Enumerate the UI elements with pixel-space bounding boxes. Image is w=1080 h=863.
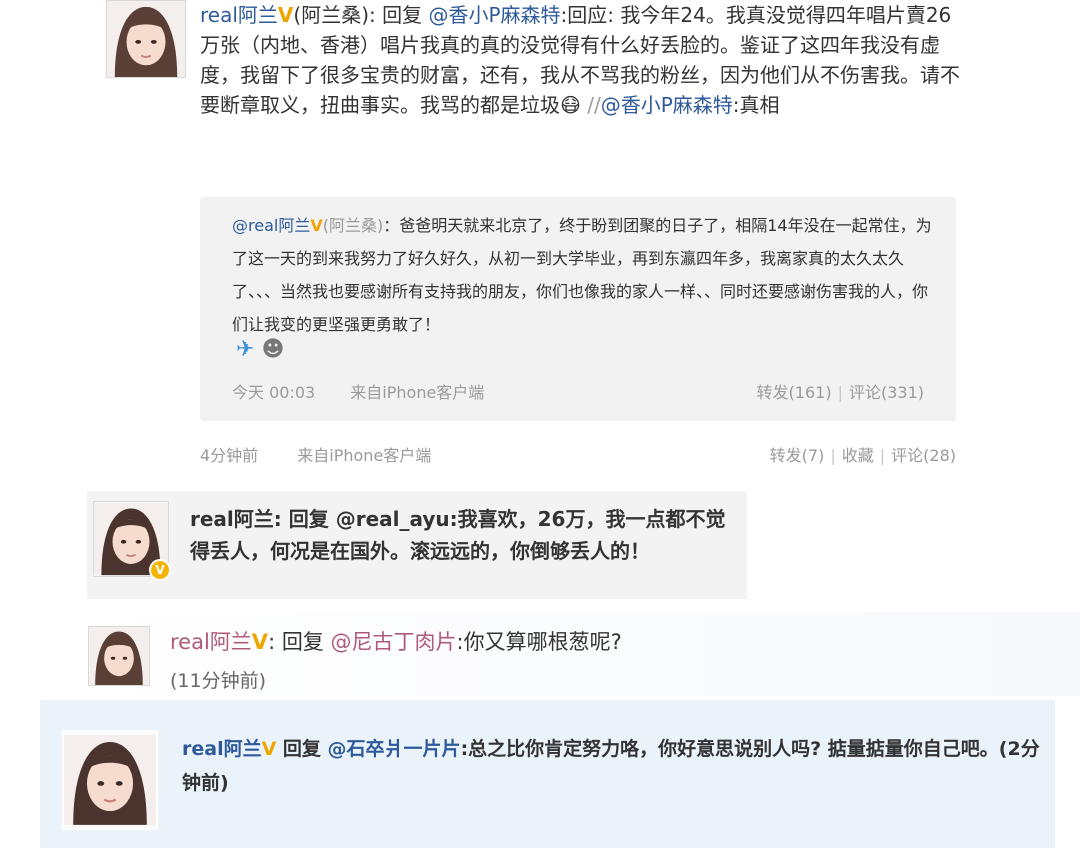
quoted-alias: (阿兰桑)	[322, 216, 384, 235]
quoted-actions: 转发(161) | 评论(331)	[757, 379, 924, 403]
post-body: real阿兰V(阿兰桑): 回复 @香小P麻森特:回应: 我今年24。我真没觉得…	[200, 0, 960, 120]
quoted-source[interactable]: 来自iPhone客户端	[350, 383, 484, 402]
quoted-post: @real阿兰V(阿兰桑)：爸爸明天就来北京了，终于盼到团聚的日子了，相隔14年…	[200, 197, 956, 421]
airplane-icon: ✈	[236, 337, 255, 362]
comment-body: real阿兰V 回复 @石卒爿一片片:总之比你肯定努力咯，你好意思说别人吗? 掂…	[182, 732, 1042, 800]
verified-icon: V	[251, 630, 269, 654]
quoted-emoji-row: ✈ ☻	[236, 337, 284, 362]
reply-prefix: : 回复	[369, 3, 423, 27]
divider: |	[837, 383, 843, 402]
comment-button[interactable]: 评论(28)	[891, 446, 956, 465]
reply-prefix: : 回复	[268, 630, 331, 654]
author-link[interactable]: real阿兰	[200, 3, 278, 27]
comment-author-link[interactable]: real阿兰	[170, 630, 252, 654]
divider: |	[879, 446, 886, 465]
quoted-time[interactable]: 今天 00:03	[232, 383, 315, 402]
mention-link[interactable]: @尼古丁肉片	[331, 630, 457, 654]
comment-item: V real阿兰: 回复 @real_ayu:我喜欢，26万，我一点都不觉得丢人…	[87, 491, 747, 599]
mention-link[interactable]: @石卒爿一片片	[328, 738, 461, 760]
avatar[interactable]	[62, 730, 158, 830]
divider: |	[830, 446, 836, 465]
robot-face-icon: ☻	[261, 337, 285, 362]
comment-author-link[interactable]: real阿兰	[190, 507, 274, 531]
post-actions: 转发(7) | 收藏 | 评论(28)	[770, 442, 956, 466]
verified-badge-icon: V	[149, 559, 171, 581]
verified-icon: V	[261, 738, 277, 760]
comment-item: real阿兰V 回复 @石卒爿一片片:总之比你肯定努力咯，你好意思说别人吗? 掂…	[40, 700, 1055, 848]
repost-text: :真相	[732, 93, 780, 117]
avatar-portrait-icon	[64, 735, 156, 825]
author-alias: (阿兰桑)	[293, 3, 369, 27]
repost-button[interactable]: 转发(7)	[770, 446, 825, 465]
comment-body: real阿兰: 回复 @real_ayu:我喜欢，26万，我一点都不觉得丢人，何…	[190, 503, 740, 567]
avatar[interactable]	[106, 0, 186, 78]
post-time[interactable]: 4分钟前	[200, 446, 258, 465]
mention-link[interactable]: @香小P麻森特	[428, 3, 560, 27]
comment-author-link[interactable]: real阿兰	[182, 738, 262, 760]
quoted-comment-button[interactable]: 评论(331)	[849, 383, 924, 402]
favorite-button[interactable]: 收藏	[842, 446, 874, 465]
avatar[interactable]	[88, 626, 150, 686]
verified-icon: V	[310, 216, 323, 235]
mask-emoji-icon: 😷	[560, 93, 581, 117]
comment-item: real阿兰V: 回复 @尼古丁肉片:你又算哪根葱呢? (11分钟前)	[80, 612, 1080, 696]
avatar-portrait-icon	[89, 627, 149, 685]
verified-icon: V	[277, 3, 294, 27]
post-source[interactable]: 来自iPhone客户端	[297, 446, 431, 465]
quoted-author-link[interactable]: @real阿兰	[232, 216, 310, 235]
reply-prefix: 回复	[276, 738, 328, 760]
repost-mention-link[interactable]: @香小P麻森特	[601, 93, 733, 117]
comment-text: :你又算哪根葱呢?	[456, 630, 622, 654]
quoted-repost-button[interactable]: 转发(161)	[757, 383, 832, 402]
quoted-post-body: @real阿兰V(阿兰桑)：爸爸明天就来北京了，终于盼到团聚的日子了，相隔14年…	[232, 209, 932, 341]
repost-separator: //	[580, 93, 601, 117]
avatar-portrait-icon	[107, 1, 185, 77]
comment-body: real阿兰V: 回复 @尼古丁肉片:你又算哪根葱呢?	[170, 626, 622, 658]
comment-time: (11分钟前)	[170, 670, 267, 692]
post-meta: 4分钟前 来自iPhone客户端	[200, 442, 431, 466]
